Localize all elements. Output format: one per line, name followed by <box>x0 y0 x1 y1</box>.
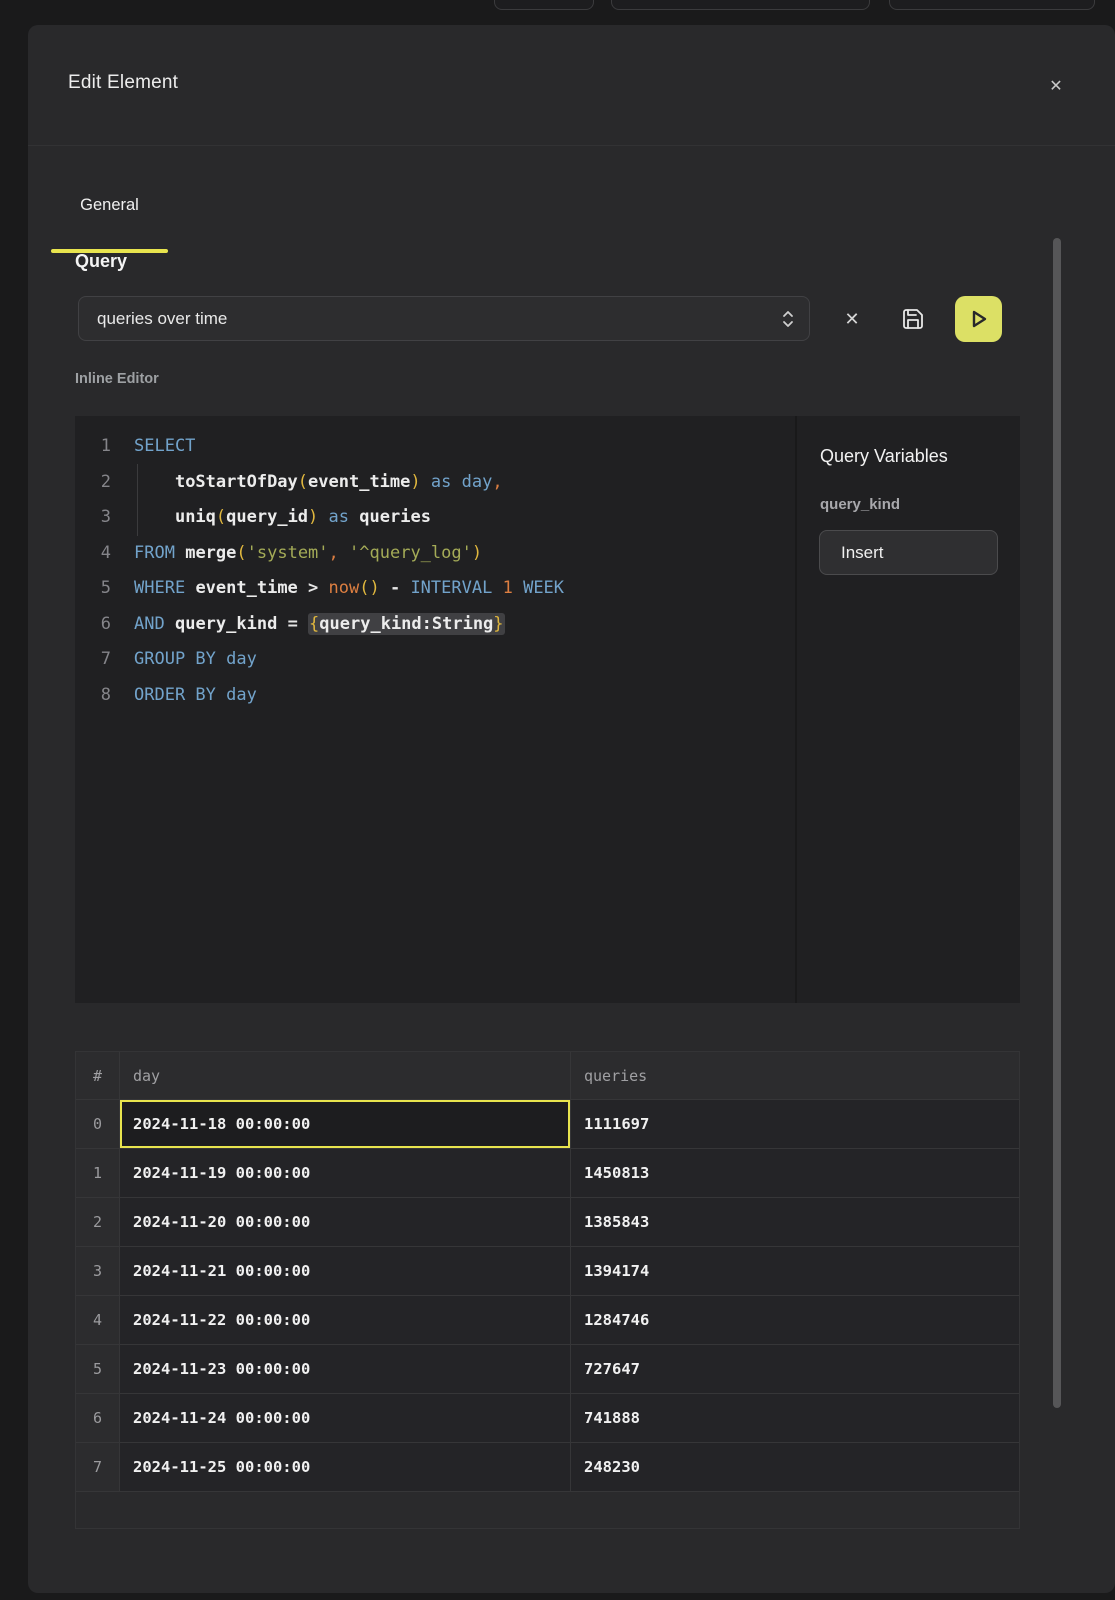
row-index-cell: 7 <box>76 1443 120 1492</box>
dialog-scrollbar[interactable] <box>1053 238 1061 1408</box>
queries-cell[interactable]: 1450813 <box>571 1149 1019 1198</box>
line-number: 7 <box>75 642 111 678</box>
table-row: 52024-11-23 00:00:00727647 <box>76 1345 1019 1394</box>
table-header-row: #dayqueries <box>76 1052 1019 1100</box>
table-row: 02024-11-18 00:00:001111697 <box>76 1100 1019 1149</box>
queries-cell[interactable]: 741888 <box>571 1394 1019 1443</box>
row-index-cell: 1 <box>76 1149 120 1198</box>
query-select[interactable]: queries over time <box>78 296 810 341</box>
code-line: 2 toStartOfDay(event_time) as day, <box>75 465 795 501</box>
close-icon[interactable]: ✕ <box>1040 70 1072 102</box>
line-number: 4 <box>75 536 111 572</box>
row-index-cell: 2 <box>76 1198 120 1247</box>
queries-cell[interactable]: 1385843 <box>571 1198 1019 1247</box>
dialog-title: Edit Element <box>68 72 178 94</box>
row-index-cell: 6 <box>76 1394 120 1443</box>
query-section-heading: Query <box>75 251 127 272</box>
tab-general[interactable]: General <box>51 171 168 253</box>
run-query-button[interactable] <box>955 296 1002 342</box>
table-row: 22024-11-20 00:00:001385843 <box>76 1198 1019 1247</box>
column-header: day <box>120 1052 571 1100</box>
query-variables-heading: Query Variables <box>820 446 948 467</box>
queries-cell[interactable]: 248230 <box>571 1443 1019 1492</box>
column-header: # <box>76 1052 120 1100</box>
code-line: 4FROM merge('system', '^query_log') <box>75 536 795 572</box>
query-variable-name: query_kind <box>820 496 900 513</box>
line-number: 8 <box>75 678 111 714</box>
background-toolbar-button <box>494 0 594 10</box>
day-cell[interactable]: 2024-11-23 00:00:00 <box>120 1345 571 1394</box>
code-line: 6AND query_kind = {query_kind:String} <box>75 607 795 643</box>
line-number: 2 <box>75 465 111 501</box>
table-row: 42024-11-22 00:00:001284746 <box>76 1296 1019 1345</box>
day-cell[interactable]: 2024-11-19 00:00:00 <box>120 1149 571 1198</box>
line-number: 6 <box>75 607 111 643</box>
queries-cell[interactable]: 727647 <box>571 1345 1019 1394</box>
code-line: 5WHERE event_time > now() - INTERVAL 1 W… <box>75 571 795 607</box>
edit-element-dialog: Edit Element ✕ General Query queries ove… <box>28 25 1115 1593</box>
queries-cell[interactable]: 1394174 <box>571 1247 1019 1296</box>
code-line: 8ORDER BY day <box>75 678 795 714</box>
query-select-value: queries over time <box>97 309 779 329</box>
row-index-cell: 5 <box>76 1345 120 1394</box>
table-footer-strip <box>76 1492 1019 1528</box>
table-row: 62024-11-24 00:00:00741888 <box>76 1394 1019 1443</box>
line-number: 5 <box>75 571 111 607</box>
line-number: 1 <box>75 429 111 465</box>
queries-cell[interactable]: 1284746 <box>571 1296 1019 1345</box>
table-row: 72024-11-25 00:00:00248230 <box>76 1443 1019 1492</box>
insert-variable-button[interactable]: Insert <box>819 530 998 575</box>
code-line: 7GROUP BY day <box>75 642 795 678</box>
save-icon[interactable] <box>896 302 930 336</box>
tab-general-label: General <box>51 196 168 215</box>
queries-cell[interactable]: 1111697 <box>571 1100 1019 1149</box>
clear-query-icon[interactable]: ✕ <box>835 302 869 336</box>
header-divider <box>28 145 1115 146</box>
day-cell[interactable]: 2024-11-18 00:00:00 <box>120 1100 571 1149</box>
column-header: queries <box>571 1052 1019 1100</box>
row-index-cell: 4 <box>76 1296 120 1345</box>
day-cell[interactable]: 2024-11-24 00:00:00 <box>120 1394 571 1443</box>
background-toolbar-button <box>889 0 1095 10</box>
line-number: 3 <box>75 500 111 536</box>
row-index-cell: 0 <box>76 1100 120 1149</box>
code-line: 3 uniq(query_id) as queries <box>75 500 795 536</box>
sql-code-editor[interactable]: 1SELECT2 toStartOfDay(event_time) as day… <box>75 416 795 1003</box>
background-toolbar-button <box>611 0 870 10</box>
play-icon <box>967 307 991 331</box>
day-cell[interactable]: 2024-11-25 00:00:00 <box>120 1443 571 1492</box>
day-cell[interactable]: 2024-11-22 00:00:00 <box>120 1296 571 1345</box>
table-row: 12024-11-19 00:00:001450813 <box>76 1149 1019 1198</box>
query-variable-chip: {query_kind:String} <box>308 613 505 635</box>
indent-guide <box>137 464 138 536</box>
day-cell[interactable]: 2024-11-21 00:00:00 <box>120 1247 571 1296</box>
editor-panel-divider <box>795 416 797 1003</box>
inline-editor-label: Inline Editor <box>75 371 159 387</box>
day-cell[interactable]: 2024-11-20 00:00:00 <box>120 1198 571 1247</box>
table-row: 32024-11-21 00:00:001394174 <box>76 1247 1019 1296</box>
query-results-table: #dayqueries02024-11-18 00:00:00111169712… <box>75 1051 1020 1529</box>
code-line: 1SELECT <box>75 429 795 465</box>
chevron-updown-icon <box>779 308 797 330</box>
sql-editor-panel: 1SELECT2 toStartOfDay(event_time) as day… <box>75 416 1020 1003</box>
row-index-cell: 3 <box>76 1247 120 1296</box>
